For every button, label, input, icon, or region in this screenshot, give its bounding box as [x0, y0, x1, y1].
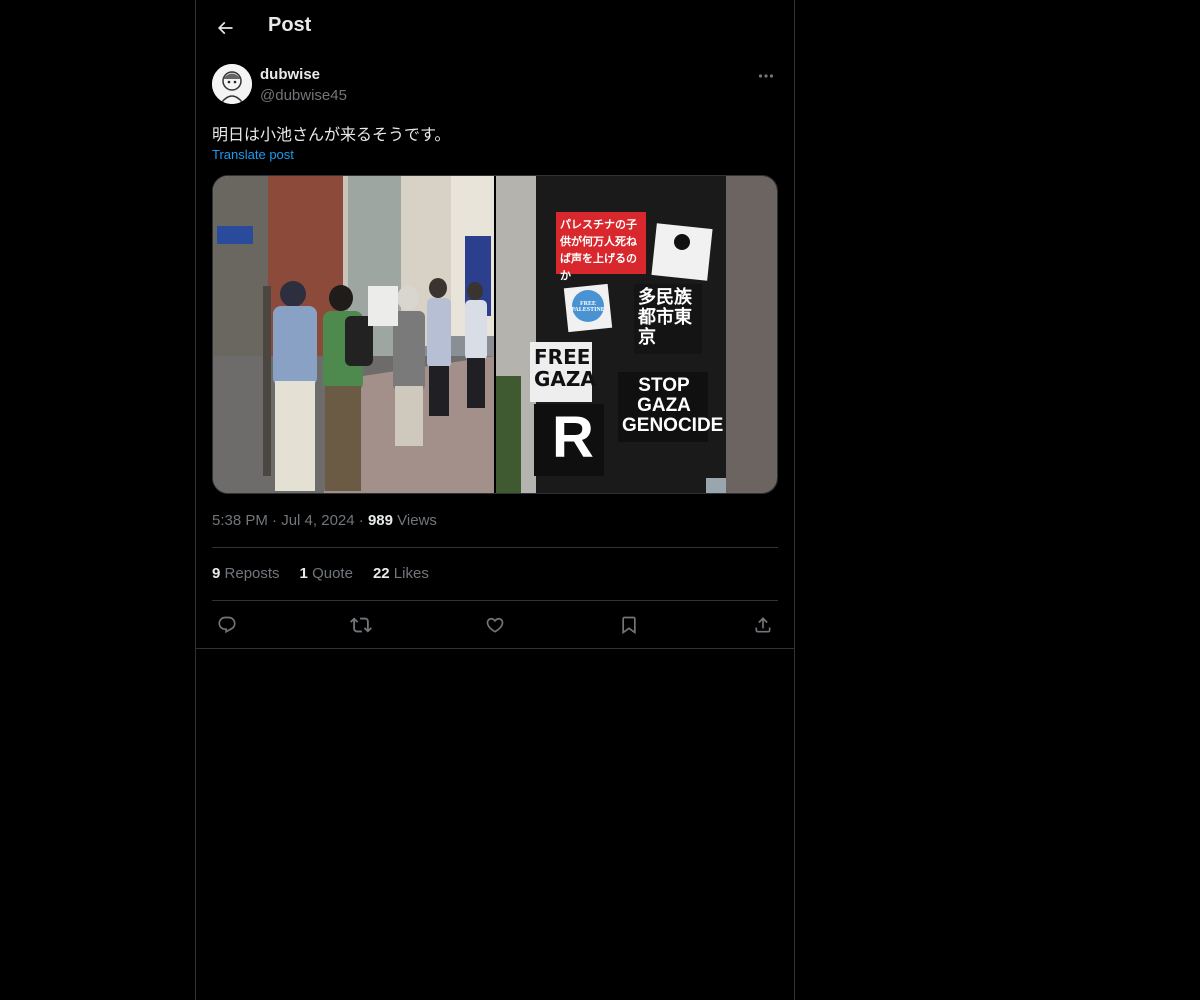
sticker-tokyo: 多民族都市東京 — [638, 287, 692, 348]
post-date[interactable]: Jul 4, 2024 — [281, 512, 354, 529]
reply-icon — [217, 615, 237, 635]
post-media[interactable]: パレスチナの子供が何万人死ねば声を上げるのか FREE PALESTINE 多民… — [212, 175, 778, 494]
post-time[interactable]: 5:38 PM — [212, 512, 268, 529]
reposts-count: 9 — [212, 565, 221, 582]
share-icon — [753, 615, 773, 635]
back-button[interactable] — [208, 11, 242, 45]
sticker-free-palestine: FREE PALESTINE — [571, 301, 605, 313]
author-display-name[interactable]: dubwise — [260, 66, 320, 83]
sticker-stop-gaza: STOP GAZA GENOCIDE — [622, 375, 724, 436]
quote-label: Quote — [312, 565, 353, 582]
post-text: 明日は小池さんが来るそうです。 — [212, 125, 451, 144]
sticker-red-text: パレスチナの子供が何万人死ねば声を上げるのか — [560, 218, 637, 282]
post-meta: 5:38 PM · Jul 4, 2024 · 989 Views — [212, 512, 437, 529]
divider — [212, 600, 778, 601]
header: Post — [196, 0, 794, 54]
bookmark-button[interactable] — [615, 611, 643, 639]
divider — [212, 547, 778, 548]
share-button[interactable] — [749, 611, 777, 639]
avatar[interactable] — [212, 64, 252, 104]
reposts-label: Reposts — [224, 565, 280, 582]
photo-street-gathering[interactable] — [213, 176, 494, 493]
translate-post-link[interactable]: Translate post — [212, 147, 294, 162]
like-icon — [485, 615, 505, 635]
post-stats: 9 Reposts 1 Quote 22 Likes — [212, 565, 429, 582]
views-label: Views — [397, 512, 437, 529]
quote-count: 1 — [299, 565, 308, 582]
sticker-r-letter: R — [552, 405, 594, 470]
sticker-free-gaza: FREE GAZA — [534, 345, 596, 391]
photo-stickers-pole[interactable]: パレスチナの子供が何万人死ねば声を上げるのか FREE PALESTINE 多民… — [496, 176, 777, 493]
post-column: Post dubwise @dubwise45 明日は小池さんが来るそうです。 … — [195, 0, 795, 1000]
like-button[interactable] — [481, 611, 509, 639]
reposts-stat[interactable]: 9 Reposts — [212, 565, 280, 582]
divider — [196, 648, 794, 649]
reply-button[interactable] — [213, 611, 241, 639]
likes-label: Likes — [393, 565, 429, 582]
bookmark-icon — [619, 615, 639, 635]
action-bar — [212, 611, 778, 639]
author-handle[interactable]: @dubwise45 — [260, 87, 347, 104]
page-title: Post — [268, 14, 312, 36]
back-arrow-icon — [215, 18, 235, 38]
repost-button[interactable] — [347, 611, 375, 639]
more-icon — [758, 73, 774, 79]
views-count: 989 — [367, 512, 393, 529]
post-author: dubwise @dubwise45 — [212, 64, 778, 108]
more-button[interactable] — [754, 66, 778, 86]
quotes-stat[interactable]: 1 Quote — [300, 565, 353, 582]
likes-stat[interactable]: 22 Likes — [373, 565, 429, 582]
repost-icon — [350, 614, 372, 636]
likes-count: 22 — [372, 565, 390, 582]
